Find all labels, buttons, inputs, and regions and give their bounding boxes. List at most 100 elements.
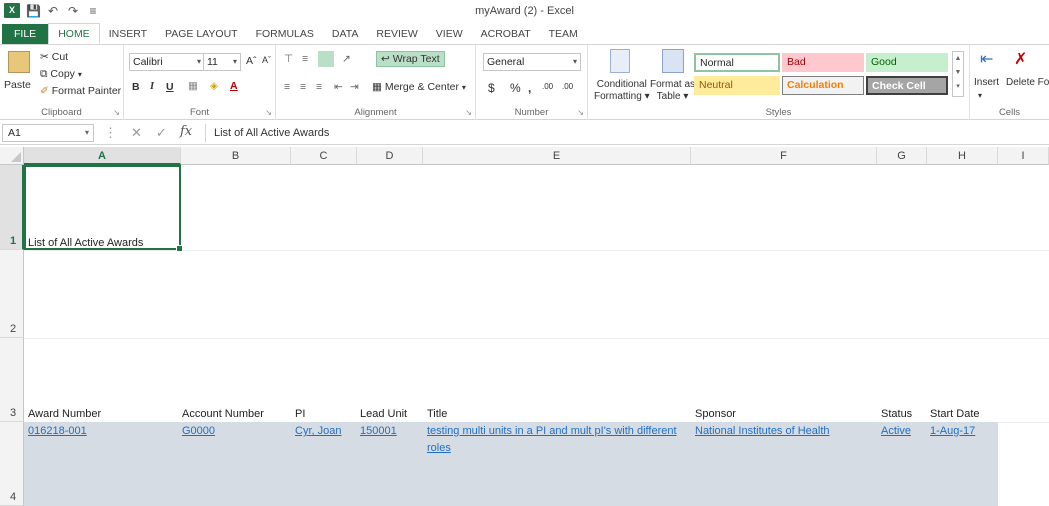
name-box[interactable]: A1 ▾ <box>2 124 94 142</box>
align-left-icon[interactable]: ≡ <box>284 81 290 93</box>
number-format-select[interactable]: General ▾ <box>483 53 581 71</box>
column-header-b[interactable]: B <box>181 147 291 165</box>
conditional-formatting-button[interactable]: Conditional Formatting ▾ <box>594 79 650 103</box>
copy-button[interactable]: ⧉ Copy ▾ <box>40 68 82 81</box>
cell-sponsor-link[interactable]: National Institutes of Health <box>695 425 830 437</box>
formula-buttons: ⋮ ✕ ✓ <box>104 125 167 141</box>
tab-team[interactable]: TEAM <box>540 24 587 44</box>
cell-title-link[interactable]: testing multi units in a PI and mult pI'… <box>427 425 677 437</box>
tab-insert[interactable]: INSERT <box>100 24 156 44</box>
column-header-i[interactable]: I <box>998 147 1049 165</box>
increase-decimal-button[interactable]: .00 <box>542 82 553 91</box>
row-header-1[interactable]: 1 <box>0 165 24 250</box>
header-account-number[interactable]: Account Number <box>182 408 264 420</box>
tab-home[interactable]: HOME <box>48 23 100 44</box>
cell-start-date-link[interactable]: 1-Aug-17 <box>930 425 975 437</box>
dialog-launcher-icon[interactable]: ↘ <box>577 108 584 117</box>
tab-data[interactable]: DATA <box>323 24 367 44</box>
header-sponsor[interactable]: Sponsor <box>695 408 736 420</box>
font-color-icon[interactable]: A <box>230 80 238 92</box>
style-bad[interactable]: Bad <box>782 53 864 72</box>
decrease-indent-icon[interactable]: ⇤ <box>334 81 343 93</box>
ribbon: Paste ✂ Cut ⧉ Copy ▾ ✐ Format Painter Cl… <box>0 44 1049 120</box>
select-all-button[interactable] <box>0 147 24 165</box>
style-calculation[interactable]: Calculation <box>782 76 864 95</box>
align-top-icon[interactable]: ⊤ <box>284 53 293 65</box>
cell-account-number-link[interactable]: G0000 <box>182 425 215 437</box>
tab-view[interactable]: VIEW <box>427 24 472 44</box>
cell-award-number-link[interactable]: 016218-001 <box>28 425 87 437</box>
font-name-select[interactable]: Calibri ▾ <box>129 53 205 71</box>
increase-indent-icon[interactable]: ⇥ <box>350 81 359 93</box>
chevron-down-icon: ▾ <box>77 70 82 79</box>
row-header-3[interactable]: 3 <box>0 338 24 422</box>
dialog-launcher-icon[interactable]: ↘ <box>265 108 272 117</box>
align-middle-icon[interactable]: ≡ <box>302 53 308 65</box>
insert-function-button[interactable]: fx <box>180 124 192 139</box>
merge-icon: ▦ <box>372 81 382 93</box>
tab-page-layout[interactable]: PAGE LAYOUT <box>156 24 247 44</box>
row-header-4[interactable]: 4 <box>0 422 24 506</box>
header-award-number[interactable]: Award Number <box>28 408 101 420</box>
tab-review[interactable]: REVIEW <box>367 24 426 44</box>
column-header-d[interactable]: D <box>357 147 423 165</box>
currency-button[interactable]: $ <box>488 81 495 95</box>
header-status[interactable]: Status <box>881 408 912 420</box>
cut-button[interactable]: ✂ Cut <box>40 51 68 63</box>
format-painter-button[interactable]: ✐ Format Painter <box>40 85 121 97</box>
align-bottom-icon[interactable] <box>318 51 334 67</box>
merge-center-button[interactable]: ▦ Merge & Center ▾ <box>372 81 466 93</box>
clipboard-label: Clipboard <box>41 107 82 118</box>
comma-button[interactable]: , <box>528 81 531 95</box>
borders-icon[interactable]: ▦ <box>188 80 198 92</box>
insert-button[interactable]: Insert <box>974 77 999 88</box>
orientation-icon[interactable]: ↗ <box>342 53 351 65</box>
fill-color-icon[interactable]: ◈ <box>210 80 218 92</box>
styles-scroll[interactable]: ▲ ▼ ▾ <box>952 51 964 97</box>
column-header-f[interactable]: F <box>691 147 877 165</box>
formula-input[interactable]: List of All Active Awards <box>205 124 1047 142</box>
header-lead-unit[interactable]: Lead Unit <box>360 408 407 420</box>
percent-button[interactable]: % <box>510 81 521 95</box>
column-header-a[interactable]: A <box>24 147 181 165</box>
dialog-launcher-icon[interactable]: ↘ <box>113 108 120 117</box>
format-as-table-button[interactable]: Format as Table ▾ <box>650 79 695 103</box>
row-header-2[interactable]: 2 <box>0 250 24 338</box>
tab-formulas[interactable]: FORMULAS <box>247 24 323 44</box>
wrap-text-button[interactable]: ↩ Wrap Text <box>376 51 445 67</box>
cell-title-link-line2[interactable]: roles <box>427 442 451 454</box>
header-start-date[interactable]: Start Date <box>930 408 980 420</box>
italic-button[interactable]: I <box>150 81 154 92</box>
bold-button[interactable]: B <box>132 81 140 93</box>
style-neutral[interactable]: Neutral <box>694 76 780 95</box>
grow-font-icon[interactable]: Aˆ <box>246 55 257 67</box>
column-header-g[interactable]: G <box>877 147 927 165</box>
font-size-select[interactable]: 11 ▾ <box>203 53 241 71</box>
font-label: Font <box>189 107 209 118</box>
cancel-icon[interactable]: ✕ <box>131 125 142 141</box>
enter-icon[interactable]: ✓ <box>156 125 167 141</box>
column-header-h[interactable]: H <box>927 147 998 165</box>
number-group: General ▾ $ % , .00 .00 Number ↘ <box>476 45 588 120</box>
alignment-label: Alignment <box>354 107 397 118</box>
cell-status-link[interactable]: Active <box>881 425 911 437</box>
align-center-icon[interactable]: ≡ <box>300 81 306 93</box>
decrease-decimal-button[interactable]: .00 <box>562 82 573 91</box>
tab-acrobat[interactable]: ACROBAT <box>472 24 540 44</box>
style-good[interactable]: Good <box>866 53 948 72</box>
column-header-c[interactable]: C <box>291 147 357 165</box>
tab-file[interactable]: FILE <box>2 24 49 44</box>
delete-button[interactable]: Delete Fo <box>1006 77 1049 88</box>
cell-lead-unit-link[interactable]: 150001 <box>360 425 397 437</box>
style-normal[interactable]: Normal <box>694 53 780 72</box>
header-title[interactable]: Title <box>427 408 447 420</box>
dialog-launcher-icon[interactable]: ↘ <box>465 108 472 117</box>
cell-pi-link[interactable]: Cyr, Joan <box>295 425 341 437</box>
shrink-font-icon[interactable]: Aˇ <box>262 55 271 65</box>
paste-button[interactable]: Paste <box>4 79 31 91</box>
align-right-icon[interactable]: ≡ <box>316 81 322 93</box>
header-pi[interactable]: PI <box>295 408 305 420</box>
column-header-e[interactable]: E <box>423 147 691 165</box>
underline-button[interactable]: U <box>166 81 174 93</box>
style-check-cell[interactable]: Check Cell <box>866 76 948 95</box>
